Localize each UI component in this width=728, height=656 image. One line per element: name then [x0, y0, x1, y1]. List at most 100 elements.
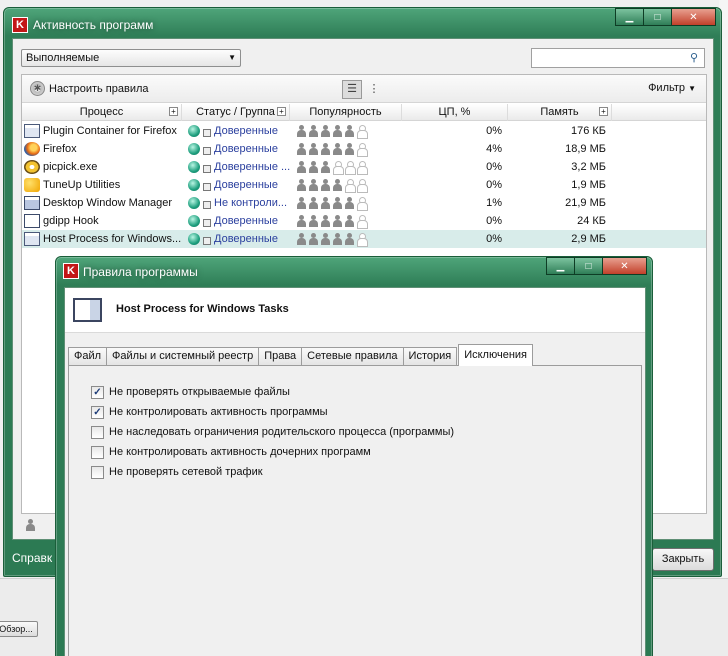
tab-exclusions[interactable]: Исключения: [458, 344, 534, 366]
program-rules-dialog: K Правила программы ▁ □ ✕ Host Process f…: [55, 256, 653, 656]
column-expand-icon[interactable]: +: [599, 107, 608, 116]
help-link[interactable]: Справк: [12, 551, 52, 565]
status-cell: Доверенные: [182, 122, 290, 140]
search-icon[interactable]: ⚲: [687, 51, 701, 65]
popularity-person-icon: [332, 125, 343, 137]
popularity-person-icon: [356, 179, 368, 193]
popularity-person-icon: [320, 143, 331, 155]
group-icon: [203, 219, 211, 227]
popularity-person-icon: [296, 179, 307, 191]
popularity-person-icon: [332, 215, 343, 227]
table-row[interactable]: Plugin Container for Firefox Доверенные 0%…: [22, 122, 706, 140]
table-row[interactable]: Desktop Window Manager Не контроли... 1% 21…: [22, 194, 706, 212]
status-group[interactable]: Доверенные: [214, 122, 278, 140]
exclusion-checkbox[interactable]: [91, 445, 104, 459]
trust-status-icon: [188, 125, 200, 137]
tab-network-rules[interactable]: Сетевые правила: [301, 347, 404, 366]
table-row[interactable]: Host Process for Windows... Доверенные 0% 2…: [22, 230, 706, 248]
group-icon: [203, 237, 211, 245]
cpu-usage: 0%: [486, 233, 502, 245]
group-icon: [203, 147, 211, 155]
process-name: Firefox: [43, 143, 77, 155]
tree-view-button[interactable]: ⋮: [364, 80, 384, 99]
popularity-person-icon: [344, 215, 355, 227]
popularity-cell: [290, 140, 402, 158]
status-group[interactable]: Доверенные: [214, 230, 278, 248]
popularity-person-icon: [308, 161, 319, 173]
list-view-button[interactable]: ☰: [342, 80, 362, 99]
overview-button[interactable]: Обзор...: [0, 621, 38, 637]
tab-rights[interactable]: Права: [258, 347, 303, 366]
table-row[interactable]: TuneUp Utilities Доверенные 0% 1,9 МБ: [22, 176, 706, 194]
status-group[interactable]: Не контроли...: [214, 194, 287, 212]
status-group[interactable]: Доверенные: [214, 212, 278, 230]
column-popularity[interactable]: Популярность: [290, 104, 402, 121]
process-name: TuneUp Utilities: [43, 179, 121, 191]
filter-menu[interactable]: Фильтр ▼: [648, 82, 696, 94]
status-cell: Доверенные: [182, 230, 290, 248]
column-expand-icon[interactable]: +: [169, 107, 178, 116]
trust-status-icon: [188, 179, 200, 191]
status-group[interactable]: Доверенные ...: [214, 158, 290, 176]
filter-arrow-icon: ▼: [688, 84, 696, 93]
popularity-person-icon: [344, 179, 356, 193]
configure-rules-button[interactable]: ✱ Настроить правила: [30, 81, 149, 96]
popularity-person-icon: [308, 143, 319, 155]
tab-files-registry[interactable]: Файлы и системный реестр: [106, 347, 260, 366]
dropdown-arrow-icon: ▼: [228, 53, 236, 62]
popularity-person-icon: [332, 197, 343, 209]
exclusion-checkbox[interactable]: ✓: [91, 405, 104, 419]
process-name: gdipp Hook: [43, 215, 99, 227]
popularity-person-icon: [332, 179, 343, 191]
exclusion-checkbox[interactable]: [91, 465, 104, 479]
popularity-person-icon: [320, 161, 331, 173]
group-icon: [203, 183, 211, 191]
dialog-close-button[interactable]: ✕: [602, 257, 647, 275]
dialog-minimize-button[interactable]: ▁: [546, 257, 575, 275]
memory-usage: 2,9 МБ: [571, 233, 606, 245]
popularity-person-icon: [308, 233, 319, 245]
table-row[interactable]: picpick.exe Доверенные ... 0% 3,2 МБ: [22, 158, 706, 176]
dialog-title-bar[interactable]: K Правила программы ▁ □ ✕: [56, 257, 652, 287]
exclusion-checkbox[interactable]: ✓: [91, 385, 104, 399]
tab-history[interactable]: История: [402, 347, 458, 366]
cpu-usage: 4%: [486, 143, 502, 155]
status-cell: Доверенные ...: [182, 158, 290, 176]
column-memory[interactable]: Память +: [508, 104, 612, 121]
table-row[interactable]: Firefox Доверенные 4% 18,9 МБ: [22, 140, 706, 158]
process-cell: gdipp Hook: [22, 212, 182, 230]
dwm-icon: [24, 196, 40, 210]
exclusions-panel: ✓ Не проверять открываемые файлы ✓ Не контр…: [68, 365, 642, 656]
maximize-button[interactable]: □: [643, 8, 672, 26]
close-window-button[interactable]: ✕: [671, 8, 716, 26]
status-group[interactable]: Доверенные: [214, 140, 278, 158]
memory-usage: 24 КБ: [577, 215, 606, 227]
status-cell: Не контроли...: [182, 194, 290, 212]
popularity-person-icon: [356, 161, 368, 175]
table-row[interactable]: gdipp Hook Доверенные 0% 24 КБ: [22, 212, 706, 230]
column-cpu[interactable]: ЦП, %: [402, 104, 508, 121]
minimize-icon: ▁: [625, 11, 634, 23]
close-button[interactable]: Закрыть: [652, 548, 714, 571]
column-expand-icon[interactable]: +: [277, 107, 286, 116]
popularity-person-icon: [332, 143, 343, 155]
exclusion-options: ✓ Не проверять открываемые файлы ✓ Не контр…: [91, 382, 454, 482]
popularity-cell: [290, 158, 402, 176]
search-input[interactable]: ⚲: [531, 48, 705, 68]
view-filter-dropdown[interactable]: Выполняемые ▼: [21, 49, 241, 67]
popularity-person-icon: [308, 125, 319, 137]
column-process-label: Процесс: [79, 106, 124, 118]
status-group[interactable]: Доверенные: [214, 176, 278, 194]
process-name: picpick.exe: [43, 161, 98, 173]
minimize-button[interactable]: ▁: [615, 8, 644, 26]
column-process[interactable]: Процесс +: [22, 104, 182, 121]
column-status[interactable]: Статус / Группа +: [182, 104, 290, 121]
title-bar[interactable]: K Активность программ ▁ □ ✕: [4, 8, 721, 38]
close-icon: ✕: [689, 11, 698, 23]
cpu-usage: 1%: [486, 197, 502, 209]
dialog-maximize-button[interactable]: □: [574, 257, 603, 275]
cpu-usage: 0%: [486, 215, 502, 227]
tab-file[interactable]: Файл: [68, 347, 108, 366]
doc-icon: [24, 124, 40, 138]
exclusion-checkbox[interactable]: [91, 425, 104, 439]
